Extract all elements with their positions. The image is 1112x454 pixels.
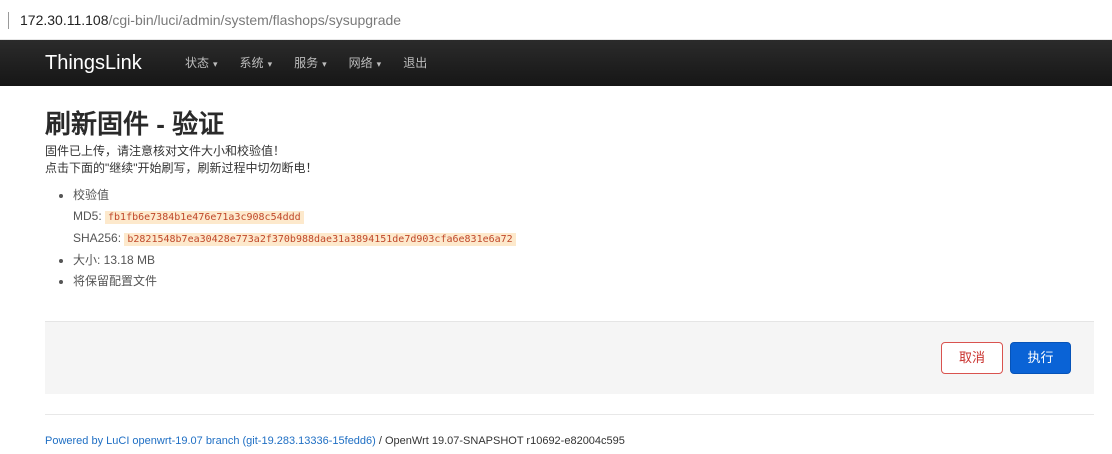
page-footer: Powered by LuCI openwrt-19.07 branch (gi…	[45, 434, 625, 449]
menu-system-label: 系统	[239, 56, 264, 70]
menu-logout[interactable]: 退出	[403, 55, 427, 72]
brand-logo-text[interactable]: ThingsLink	[45, 51, 142, 75]
page-description: 固件已上传，请注意核对文件大小和校验值！ 点击下面的"继续"开始刷写，刷新过程中…	[45, 143, 1095, 177]
md5-line: MD5: fb1fb6e7384b1e476e71a3c908c54ddd	[73, 206, 1095, 228]
checksum-label: 校验值	[73, 188, 110, 202]
footer-version-text: / OpenWrt 19.07-SNAPSHOT r10692-e82004c5…	[375, 435, 625, 447]
cancel-button[interactable]: 取消	[941, 342, 1003, 374]
caret-down-icon: ▾	[213, 59, 218, 69]
md5-label: MD5:	[73, 209, 102, 223]
sha256-line: SHA256: b2821548b7ea30428e773a2f370b988d…	[73, 228, 1095, 250]
menu-network-label: 网络	[348, 56, 373, 70]
caret-down-icon: ▾	[322, 59, 327, 69]
md5-value: fb1fb6e7384b1e476e71a3c908c54ddd	[105, 211, 304, 224]
menu-logout-label: 退出	[403, 56, 428, 70]
size-item: 大小: 13.18 MB	[73, 250, 1095, 271]
page-title: 刷新固件 - 验证	[45, 109, 225, 139]
menu-network[interactable]: 网络 ▾	[349, 55, 382, 72]
url-host: 172.30.11.108	[20, 12, 109, 28]
firmware-details-list: 校验值 MD5: fb1fb6e7384b1e476e71a3c908c54dd…	[45, 185, 1095, 292]
caret-down-icon: ▾	[376, 59, 382, 69]
sha256-value: b2821548b7ea30428e773a2f370b988dae31a389…	[124, 233, 516, 246]
main-content: 刷新固件 - 验证 固件已上传，请注意核对文件大小和校验值！ 点击下面的"继续"…	[45, 108, 1095, 292]
keep-config-item: 将保留配置文件	[73, 271, 1095, 292]
action-bar: 取消 执行	[45, 321, 1094, 394]
description-line-2: 点击下面的"继续"开始刷写，刷新过程中切勿断电！	[45, 161, 318, 175]
description-line-1: 固件已上传，请注意核对文件大小和校验值！	[45, 144, 286, 158]
menu-status-label: 状态	[185, 56, 210, 70]
url-path: /cgi-bin/luci/admin/system/flashops/sysu…	[108, 12, 402, 28]
main-menu: 状态 ▾ 系统 ▾ 服务 ▾ 网络 ▾ 退出	[185, 55, 427, 72]
proceed-button[interactable]: 执行	[1010, 342, 1071, 374]
menu-services[interactable]: 服务 ▾	[294, 55, 327, 72]
address-bar-caret	[8, 12, 9, 29]
menu-system[interactable]: 系统 ▾	[240, 55, 273, 72]
top-navbar: ThingsLink 状态 ▾ 系统 ▾ 服务 ▾ 网络 ▾ 退出	[0, 40, 1112, 86]
sha256-label: SHA256:	[73, 231, 122, 245]
luci-powered-by-link[interactable]: Powered by LuCI openwrt-19.07 branch (gi…	[45, 435, 376, 447]
checksum-item: 校验值 MD5: fb1fb6e7384b1e476e71a3c908c54dd…	[73, 185, 1095, 250]
menu-status[interactable]: 状态 ▾	[185, 55, 218, 72]
caret-down-icon: ▾	[267, 59, 273, 69]
url-text[interactable]: 172.30.11.108/cgi-bin/luci/admin/system/…	[20, 11, 401, 29]
address-bar[interactable]: 172.30.11.108/cgi-bin/luci/admin/system/…	[0, 0, 1112, 40]
menu-services-label: 服务	[294, 56, 319, 70]
footer-divider	[45, 414, 1094, 415]
